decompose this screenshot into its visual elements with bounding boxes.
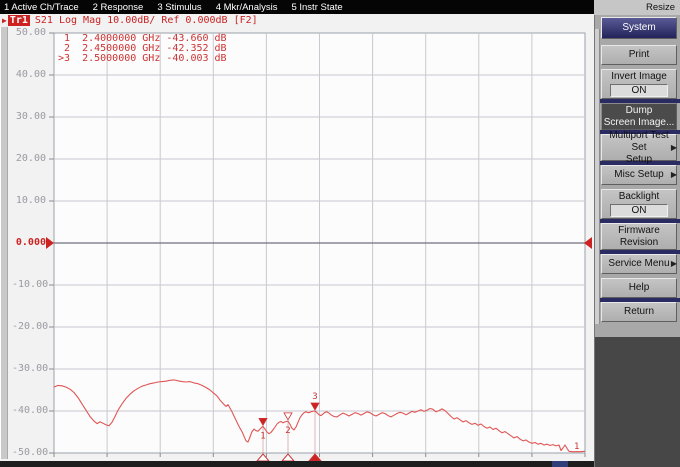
submenu-arrow-icon: ▶ [671, 142, 677, 154]
softkey-label: Service Menu [608, 258, 669, 270]
submenu-arrow-icon: ▶ [671, 258, 677, 270]
softkey-service-menu[interactable]: Service Menu▶ [601, 254, 677, 274]
marker-readout: 1 2.4000000 GHz -43.660 dB 2 2.4500000 G… [58, 34, 227, 64]
softkey-help[interactable]: Help [601, 278, 677, 298]
marker-2-label: 2 [285, 426, 290, 436]
marker-1-label: 1 [260, 431, 265, 441]
softkey-label: Backlight [619, 191, 660, 203]
vna-screen: 1 Active Ch/Trace2 Response3 Stimulus4 M… [0, 0, 680, 467]
softkey-return[interactable]: Return [601, 302, 677, 322]
y-axis-tick-label: -50.00 [12, 448, 46, 458]
marker-stimulus-triangle-icon [257, 454, 269, 461]
softkey-print[interactable]: Print [601, 45, 677, 65]
focus-indicator [552, 461, 568, 467]
softkey-state-value: ON [610, 84, 668, 97]
softkey-label: Print [629, 49, 650, 61]
softkey-label: Return [624, 306, 654, 318]
softkey-label: Setup [626, 154, 652, 166]
softkey-firmware-revision[interactable]: FirmwareRevision [601, 223, 677, 250]
softkey-label: Revision [620, 237, 658, 249]
softkey-label: Misc Setup [614, 169, 663, 181]
y-axis-tick-label: 40.00 [12, 70, 46, 80]
sidebar-empty-area [595, 337, 680, 467]
submenu-arrow-icon: ▶ [671, 169, 677, 181]
resize-button[interactable]: Resize [646, 2, 675, 13]
softkey-invert-image[interactable]: Invert ImageON [601, 69, 677, 99]
y-axis-tick-label: -30.00 [12, 364, 46, 374]
trace-end-label: 1 [574, 442, 579, 452]
marker-readout-line: >3 2.5000000 GHz -40.003 dB [58, 54, 227, 64]
softkey-system[interactable]: System [601, 17, 677, 39]
y-axis-tick-label: -40.00 [12, 406, 46, 416]
softkey-misc-setup[interactable]: Misc Setup ▶ [601, 165, 677, 185]
reference-level-left-arrow-icon [46, 237, 54, 249]
softkey-label: Help [629, 282, 650, 294]
y-axis-tick-label: -20.00 [12, 322, 46, 332]
softkey-label: System [622, 22, 655, 34]
softkey-label: Dump [626, 105, 653, 117]
top-right-corner: Resize [594, 0, 680, 15]
softkey-multiport-test-set-setup[interactable]: Multiport Test SetSetup▶ [601, 134, 677, 161]
y-axis-tick-label: -10.00 [12, 280, 46, 290]
y-axis-tick-label: 30.00 [12, 112, 46, 122]
y-axis-tick-label: 50.00 [12, 28, 46, 38]
softkey-label: Firmware [618, 225, 660, 237]
marker-stimulus-triangle-icon [282, 454, 294, 461]
softkey-label: Invert Image [611, 71, 667, 83]
y-axis-tick-label: 10.00 [12, 196, 46, 206]
softkey-backlight[interactable]: BacklightON [601, 189, 677, 219]
plot-svg: 1 1 2 3 [0, 0, 594, 467]
softkey-sidebar: SystemPrintInvert ImageONDumpScreen Imag… [594, 15, 680, 467]
marker-3-label: 3 [312, 392, 317, 402]
softkey-buttons: SystemPrintInvert ImageONDumpScreen Imag… [595, 17, 680, 322]
softkey-label: Multiport Test Set [602, 130, 676, 154]
softkey-state-value: ON [610, 204, 668, 217]
reference-level-label: 0.000 [12, 238, 46, 248]
y-axis-tick-label: 20.00 [12, 154, 46, 164]
softkey-scroll-rail[interactable] [595, 29, 600, 324]
softkey-menu: SystemPrintInvert ImageONDumpScreen Imag… [595, 15, 680, 337]
softkey-label: Screen Image... [604, 117, 675, 129]
bottom-bar [0, 461, 594, 467]
softkey-dump-screen-image[interactable]: DumpScreen Image... [601, 103, 677, 130]
